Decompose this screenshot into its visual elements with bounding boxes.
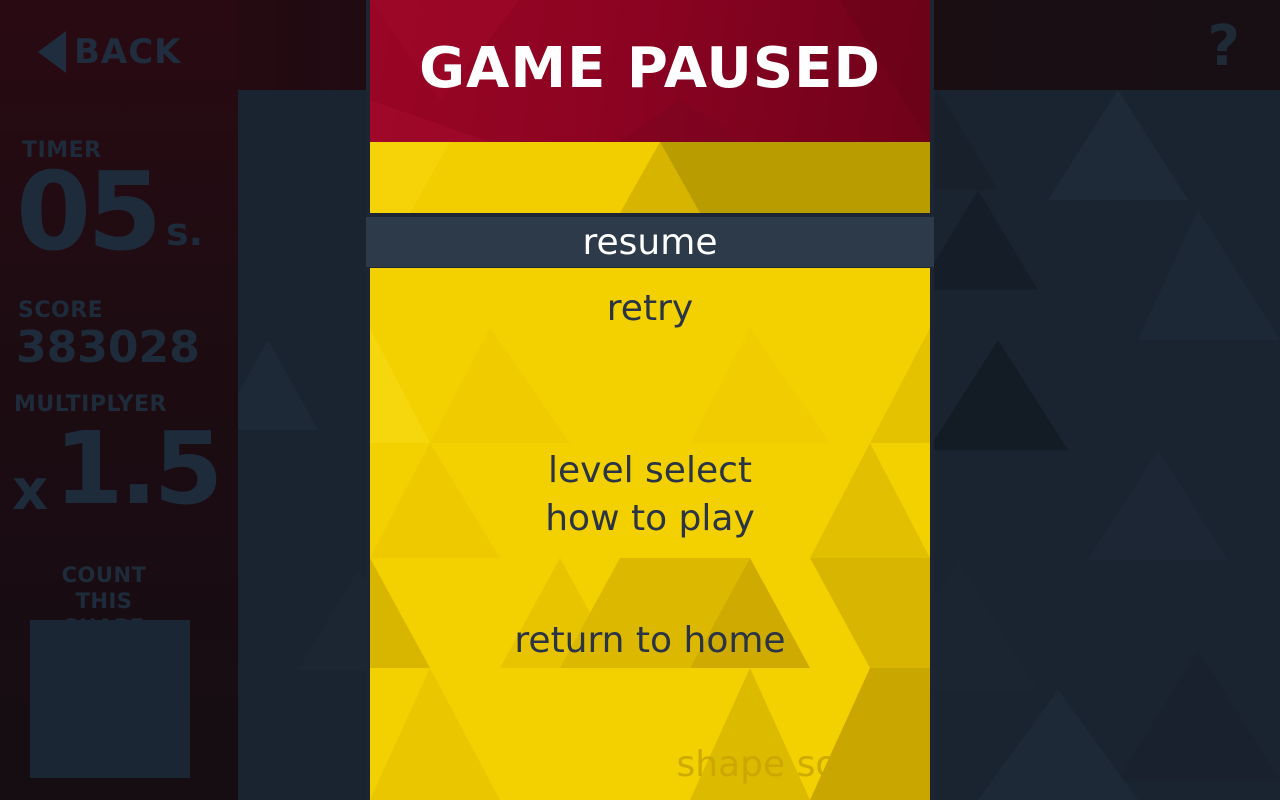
- back-arrow-icon: [38, 31, 66, 73]
- return-home-button[interactable]: return to home: [370, 620, 930, 661]
- header-divider-strip: [370, 142, 930, 213]
- how-to-play-button[interactable]: how to play: [370, 498, 930, 539]
- back-button[interactable]: BACK: [38, 30, 182, 74]
- multiplier-prefix: x: [12, 458, 49, 523]
- target-shape-preview: [30, 620, 190, 778]
- timer-unit: s.: [166, 210, 204, 254]
- multiplier-value: 1.5: [54, 410, 223, 527]
- timer-value: 05: [16, 150, 162, 275]
- level-select-button[interactable]: level select: [370, 450, 930, 491]
- score-value: 383028: [16, 322, 200, 373]
- game-name-watermark: shape sorting: [676, 744, 922, 785]
- pause-header: GAME PAUSED: [370, 0, 930, 142]
- count-label-line1: COUNT: [61, 563, 147, 587]
- pause-title: GAME PAUSED: [419, 36, 881, 101]
- help-icon[interactable]: ?: [1208, 14, 1240, 79]
- resume-button[interactable]: resume: [366, 217, 934, 267]
- back-label: BACK: [74, 32, 182, 72]
- retry-button[interactable]: retry: [370, 288, 930, 329]
- game-screen: BACK ? TIMER 05 s. SCORE 383028 MULTIPLY…: [0, 0, 1280, 800]
- resume-label: resume: [582, 221, 718, 263]
- score-label: SCORE: [18, 298, 104, 323]
- pause-menu-options: retry level select how to play return to…: [370, 268, 930, 800]
